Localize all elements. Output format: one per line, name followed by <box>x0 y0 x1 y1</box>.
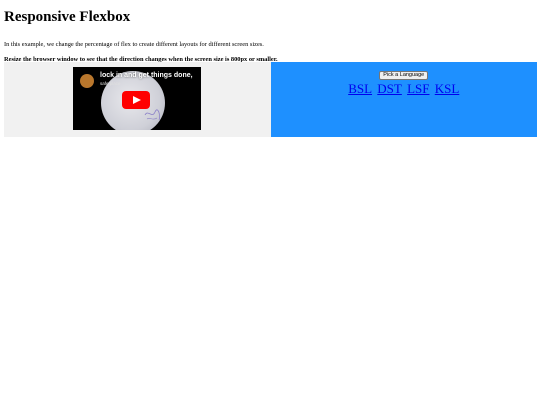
pick-language-button[interactable]: Pick a Language <box>379 71 429 80</box>
language-link-bsl[interactable]: BSL <box>348 81 372 96</box>
language-links: BSL DST LSF KSL <box>271 82 538 96</box>
page: Responsive Flexbox In this example, we c… <box>0 0 540 405</box>
video-subtitle: safe place <box>100 81 121 86</box>
language-link-dst[interactable]: DST <box>377 81 402 96</box>
embedded-video[interactable]: lock in and get things done, safe place <box>73 67 201 130</box>
language-link-lsf[interactable]: LSF <box>407 81 429 96</box>
flex-container: lock in and get things done, safe place … <box>4 62 537 137</box>
youtube-play-icon[interactable] <box>122 91 150 109</box>
flex-item-right: Pick a Language BSL DST LSF KSL <box>270 62 538 137</box>
video-title[interactable]: lock in and get things done, <box>100 72 193 79</box>
channel-avatar[interactable] <box>80 74 94 88</box>
flex-item-left: lock in and get things done, safe place <box>4 62 271 137</box>
page-title: Responsive Flexbox <box>4 9 131 25</box>
language-link-ksl[interactable]: KSL <box>435 81 460 96</box>
intro-text: In this example, we change the percentag… <box>4 41 264 48</box>
